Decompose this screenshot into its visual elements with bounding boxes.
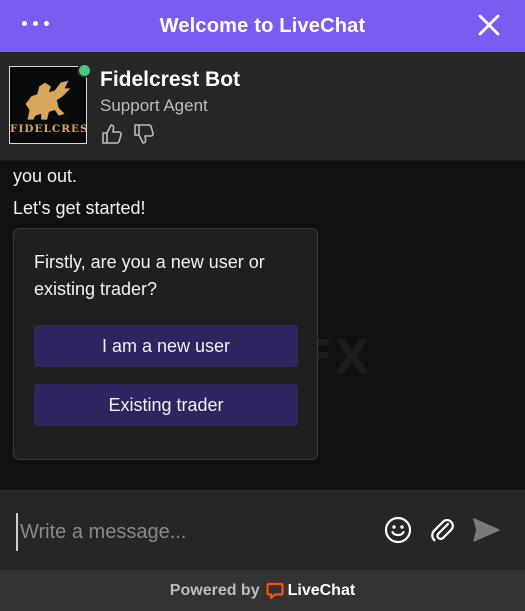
livechat-logo-icon: [266, 582, 284, 599]
attachment-icon[interactable]: [427, 515, 457, 545]
livechat-link[interactable]: LiveChat: [266, 581, 356, 600]
message-text: you out.: [13, 166, 78, 186]
message-composer: [0, 490, 525, 571]
agent-name: Fidelcrest Bot: [100, 68, 241, 91]
close-icon[interactable]: [477, 13, 501, 37]
chat-title: Welcome to LiveChat: [159, 14, 366, 37]
send-icon[interactable]: [471, 515, 501, 545]
chat-header: Welcome to LiveChat: [0, 0, 525, 52]
more-dots-icon[interactable]: [22, 21, 49, 26]
message-text: Let's get started!: [13, 198, 146, 218]
quick-reply-question: Firstly, are you a new user or existing …: [34, 252, 265, 299]
thumbs-down-icon[interactable]: [132, 122, 156, 146]
agent-card: FIDELCREST Fidelcrest Bot Support Agent: [0, 52, 525, 161]
existing-trader-button[interactable]: Existing trader: [34, 384, 298, 426]
agent-avatar: FIDELCREST: [9, 66, 87, 144]
message-input[interactable]: [16, 513, 362, 551]
agent-role: Support Agent: [100, 96, 208, 115]
powered-by-text: Powered by: [169, 581, 260, 599]
online-status-dot: [77, 63, 92, 78]
logo-wordmark: FIDELCREST: [10, 123, 86, 135]
quick-reply-card: Firstly, are you a new user or existing …: [13, 228, 318, 460]
thumbs-up-icon[interactable]: [100, 122, 124, 146]
emoji-icon[interactable]: [383, 515, 413, 545]
livechat-brand-text: LiveChat: [287, 581, 356, 599]
message-list: you out. Let's get started! Firstly, are…: [0, 160, 525, 490]
rating-controls: [100, 122, 156, 146]
footer: Powered by LiveChat: [0, 570, 525, 611]
new-user-button[interactable]: I am a new user: [34, 325, 298, 367]
